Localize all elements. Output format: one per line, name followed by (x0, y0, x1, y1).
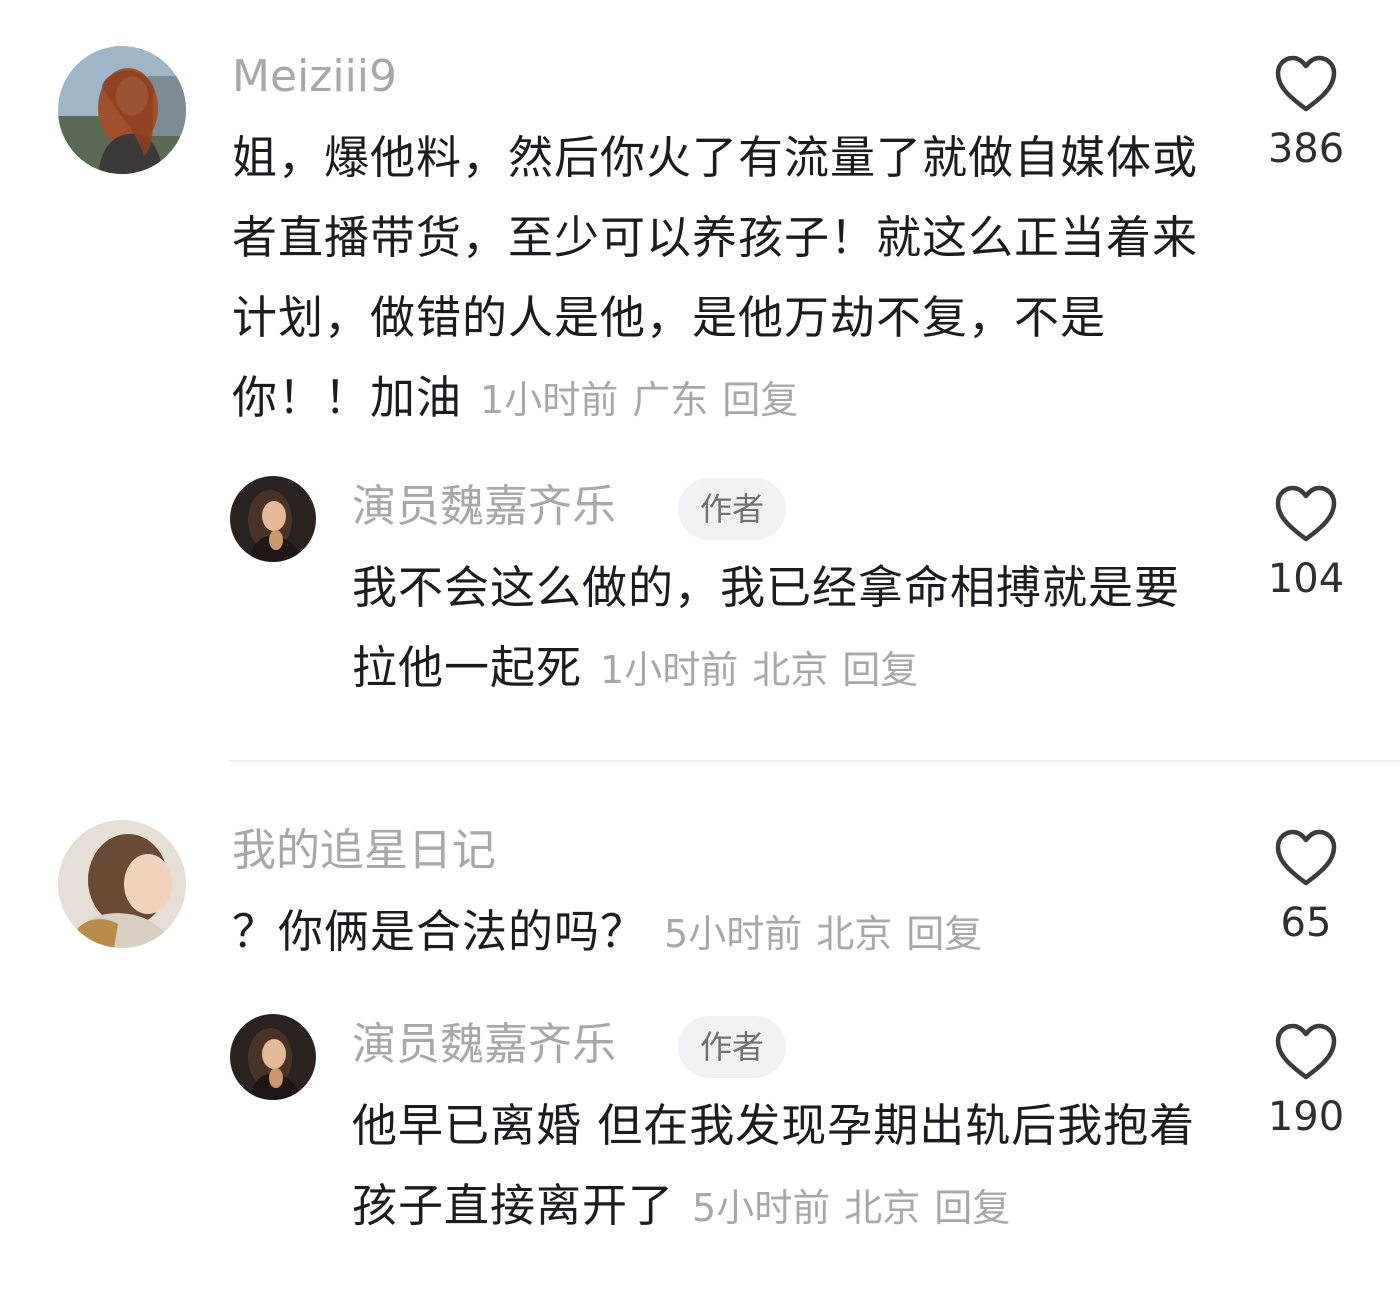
avatar-photo-icon (58, 46, 186, 174)
comment-location: 北京 (752, 648, 829, 692)
avatar[interactable] (230, 1014, 316, 1100)
like-count: 104 (1267, 556, 1345, 602)
like-control: 65 (1256, 828, 1356, 946)
reply-button[interactable]: 回复 (722, 378, 798, 422)
like-control: 104 (1256, 484, 1356, 602)
username[interactable]: 演员魏嘉齐乐 (352, 1020, 616, 1070)
avatar[interactable] (58, 820, 186, 948)
thread-divider (230, 760, 1400, 762)
username[interactable]: 演员魏嘉齐乐 (352, 482, 616, 532)
comment-meta: 1小时前 北京 回复 (582, 648, 918, 692)
heart-outline-icon[interactable] (1274, 828, 1338, 888)
heart-outline-icon[interactable] (1274, 1022, 1338, 1082)
username[interactable]: Meiziii9 (232, 52, 397, 102)
comment-text: 姐，爆他料，然后你火了有流量了就做自媒体或者直播带货，至少可以养孩子！就这么正当… (232, 118, 1222, 440)
heart-outline-icon[interactable] (1274, 54, 1338, 114)
username[interactable]: 我的追星日记 (232, 826, 496, 876)
like-control: 190 (1256, 1022, 1356, 1140)
reply-button[interactable]: 回复 (934, 1186, 1010, 1230)
comment-location: 广东 (632, 378, 709, 422)
reply-button[interactable]: 回复 (906, 912, 982, 956)
avatar[interactable] (230, 476, 316, 562)
comment-location: 北京 (844, 1186, 921, 1230)
comment-time: 5小时前 (664, 912, 803, 956)
comment-meta: 5小时前 北京 回复 (674, 1186, 1010, 1230)
avatar-photo-icon (58, 820, 186, 948)
comment-meta: 5小时前 北京 回复 (646, 912, 982, 956)
bottom-edge (0, 1282, 1400, 1289)
avatar[interactable] (58, 46, 186, 174)
comment-text: 他早已离婚 但在我发现孕期出轨后我抱着孩子直接离开了 5小时前 北京 回复 (352, 1086, 1212, 1248)
comment-location: 北京 (816, 912, 893, 956)
comment-body: ？你俩是合法的吗？ (232, 905, 647, 958)
author-badge: 作者 (678, 1016, 787, 1078)
comment-time: 5小时前 (692, 1186, 831, 1230)
like-count: 190 (1267, 1094, 1345, 1140)
comment-time: 1小时前 (600, 648, 739, 692)
heart-outline-icon[interactable] (1274, 484, 1338, 544)
reply-button[interactable]: 回复 (842, 648, 918, 692)
like-count: 65 (1280, 900, 1332, 946)
avatar-photo-icon (230, 1014, 316, 1100)
comment-meta: 1小时前 广东 回复 (462, 378, 798, 422)
comment-time: 1小时前 (480, 378, 619, 422)
comment-text: 我不会这么做的，我已经拿命相搏就是要拉他一起死 1小时前 北京 回复 (352, 548, 1192, 710)
like-count: 386 (1267, 126, 1345, 172)
author-badge: 作者 (678, 478, 787, 540)
like-control: 386 (1256, 54, 1356, 172)
avatar-photo-icon (230, 476, 316, 562)
comment-text: ？你俩是合法的吗？ 5小时前 北京 回复 (232, 892, 1232, 974)
